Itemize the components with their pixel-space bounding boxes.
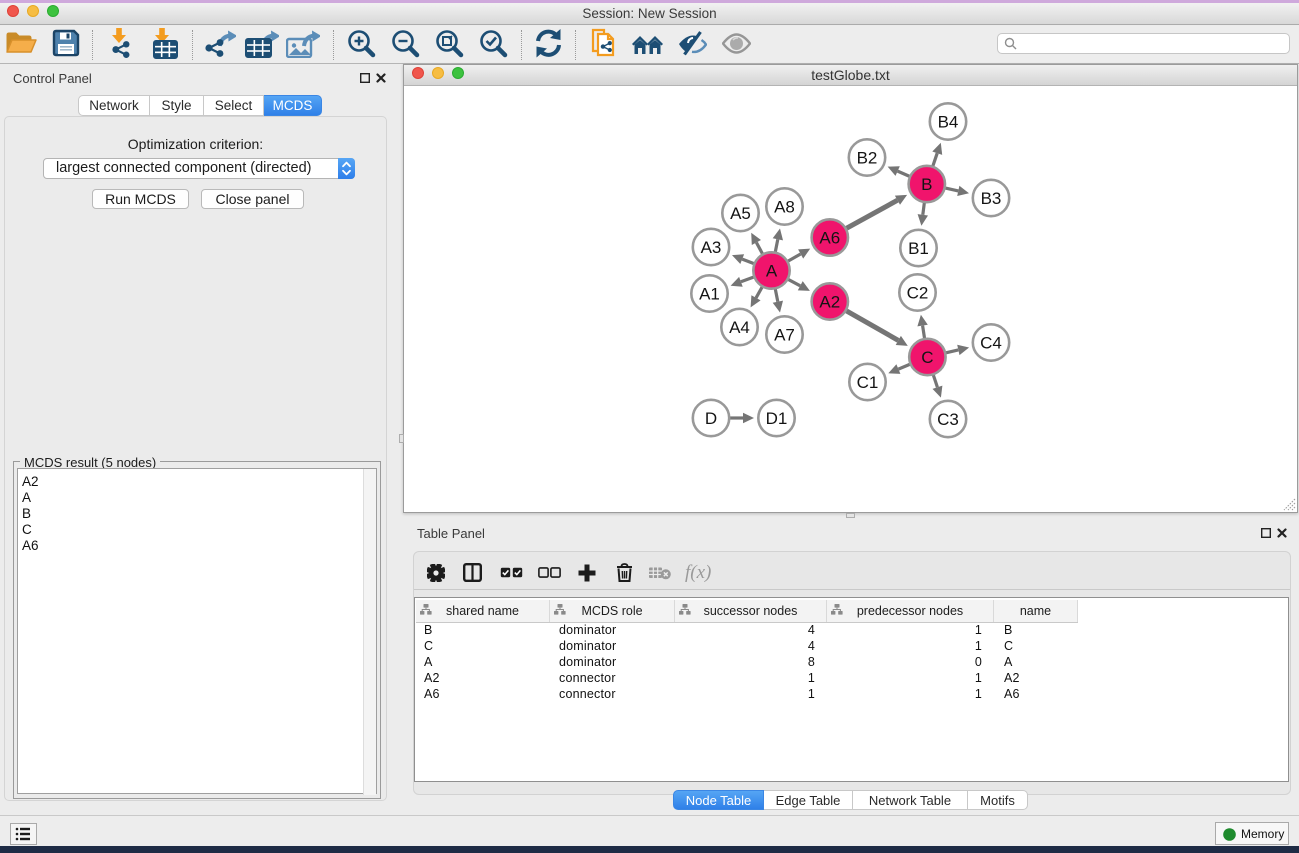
svg-text:B: B	[921, 175, 932, 194]
svg-text:B1: B1	[908, 239, 929, 258]
svg-text:A6: A6	[819, 228, 840, 247]
svg-text:C2: C2	[907, 283, 929, 302]
svg-text:C4: C4	[980, 333, 1002, 352]
svg-text:A3: A3	[701, 238, 722, 257]
svg-text:A5: A5	[730, 204, 751, 223]
svg-text:A: A	[766, 261, 778, 280]
svg-text:D: D	[705, 409, 717, 428]
svg-text:D1: D1	[766, 409, 788, 428]
svg-text:C3: C3	[937, 410, 959, 429]
svg-text:B3: B3	[981, 189, 1002, 208]
svg-text:C: C	[921, 348, 933, 367]
svg-text:A7: A7	[774, 325, 795, 344]
svg-text:B2: B2	[857, 148, 878, 167]
svg-text:A8: A8	[774, 197, 795, 216]
svg-text:A2: A2	[819, 292, 840, 311]
svg-text:A4: A4	[729, 318, 750, 337]
svg-text:B4: B4	[938, 112, 959, 131]
svg-text:C1: C1	[857, 373, 879, 392]
svg-text:A1: A1	[699, 284, 720, 303]
